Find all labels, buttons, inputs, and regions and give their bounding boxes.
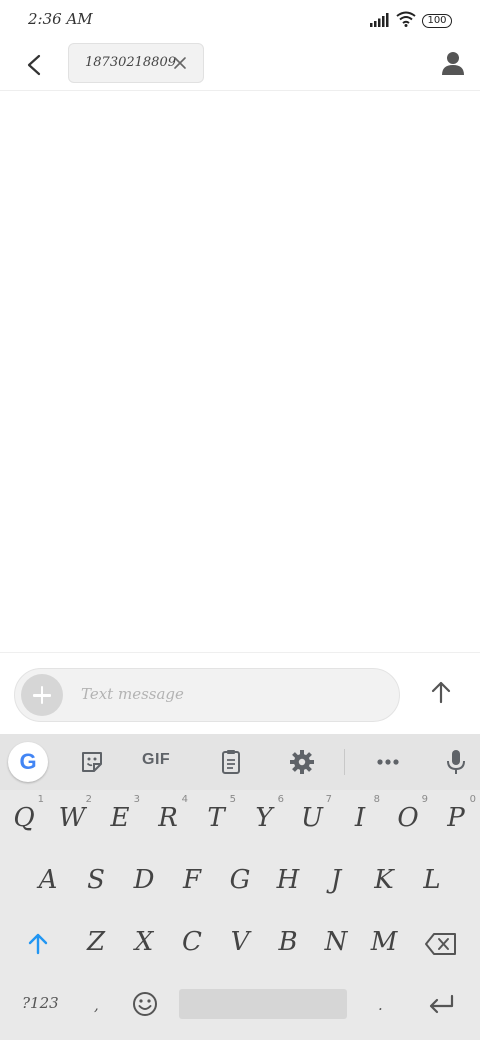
mic-icon[interactable] <box>440 746 472 778</box>
key-o[interactable]: O9 <box>384 790 432 846</box>
key-v[interactable]: V <box>216 914 264 970</box>
signal-icon <box>370 13 389 27</box>
gear-icon[interactable] <box>286 746 318 778</box>
key-z[interactable]: Z <box>72 914 120 970</box>
gif-button[interactable]: GIF <box>142 751 170 769</box>
backspace-icon[interactable] <box>424 931 458 957</box>
key-h[interactable]: H <box>264 852 312 908</box>
key-q[interactable]: Q1 <box>0 790 48 846</box>
shift-icon[interactable] <box>22 929 54 957</box>
key-e[interactable]: E3 <box>96 790 144 846</box>
back-arrow-icon[interactable] <box>18 48 52 82</box>
clipboard-icon[interactable] <box>215 746 247 778</box>
key-f[interactable]: F <box>168 852 216 908</box>
conversation-header: 18730218809 <box>0 40 480 91</box>
key-j[interactable]: J <box>312 852 360 908</box>
key-a[interactable]: A <box>24 852 72 908</box>
wifi-icon <box>396 11 416 27</box>
key-k[interactable]: K <box>360 852 408 908</box>
key-u[interactable]: U7 <box>288 790 336 846</box>
key-x[interactable]: X <box>120 914 168 970</box>
comma-key[interactable]: , <box>94 996 99 1014</box>
plus-icon[interactable] <box>21 674 63 716</box>
google-letter: G <box>19 749 37 774</box>
recipient-chip[interactable]: 18730218809 <box>68 43 204 83</box>
key-p[interactable]: P0 <box>432 790 480 846</box>
battery-indicator: 100 <box>422 14 452 28</box>
period-key[interactable]: . <box>378 996 383 1014</box>
spacebar[interactable] <box>179 989 347 1019</box>
key-t[interactable]: T5 <box>192 790 240 846</box>
recipient-number: 18730218809 <box>85 55 176 70</box>
status-bar: 2:36 AM 100 <box>0 0 480 40</box>
message-composer: Text message <box>0 652 480 735</box>
key-n[interactable]: N <box>312 914 360 970</box>
emoji-icon[interactable] <box>131 990 159 1018</box>
symbols-key[interactable]: ?123 <box>22 994 59 1012</box>
key-d[interactable]: D <box>120 852 168 908</box>
key-m[interactable]: M <box>360 914 408 970</box>
keyboard: G GIF Q1 W2 E3 R 4 T 5 Y 6 U 7 I 8 O 9 P… <box>0 734 480 1040</box>
key-y[interactable]: Y6 <box>240 790 288 846</box>
message-placeholder: Text message <box>81 685 184 703</box>
key-l[interactable]: L <box>408 852 456 908</box>
sticker-icon[interactable] <box>76 746 108 778</box>
key-c[interactable]: C <box>168 914 216 970</box>
key-b[interactable]: B <box>264 914 312 970</box>
send-arrow-icon[interactable] <box>428 679 454 705</box>
status-time: 2:36 AM <box>28 10 93 28</box>
google-icon[interactable]: G <box>8 742 48 782</box>
message-input[interactable]: Text message <box>14 668 400 722</box>
keyboard-toolbar: G GIF <box>0 734 480 790</box>
close-icon[interactable] <box>171 54 189 72</box>
more-icon[interactable] <box>372 746 404 778</box>
key-w[interactable]: W2 <box>48 790 96 846</box>
key-g[interactable]: G <box>216 852 264 908</box>
conversation-area <box>0 91 480 652</box>
key-r[interactable]: R4 <box>144 790 192 846</box>
toolbar-divider <box>344 749 345 775</box>
person-icon[interactable] <box>440 50 466 76</box>
key-i[interactable]: I8 <box>336 790 384 846</box>
key-s[interactable]: S <box>72 852 120 908</box>
enter-icon[interactable] <box>426 992 456 1018</box>
